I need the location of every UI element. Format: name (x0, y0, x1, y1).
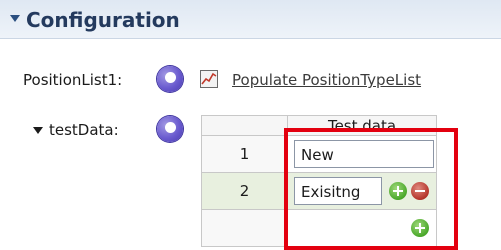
test-data-object-icon[interactable] (157, 116, 183, 142)
configuration-section-header[interactable]: Configuration (0, 0, 501, 39)
tree-expand-icon[interactable] (33, 127, 43, 134)
object-icon-dot (165, 122, 176, 133)
collapse-triangle-icon[interactable] (10, 15, 20, 22)
position-list-label: PositionList1: (23, 71, 123, 89)
populate-position-type-list-link[interactable]: Populate PositionTypeList (232, 71, 421, 89)
section-title: Configuration (26, 8, 180, 32)
row-number-header (201, 115, 288, 136)
row-number: 2 (201, 172, 288, 210)
test-data-label: testData: (49, 121, 119, 139)
row-number: 1 (201, 135, 288, 173)
graph-icon (200, 70, 218, 88)
position-list-object-icon[interactable] (157, 66, 183, 92)
row-number (201, 209, 288, 247)
object-icon-dot (165, 72, 176, 83)
highlight-box (284, 128, 458, 250)
